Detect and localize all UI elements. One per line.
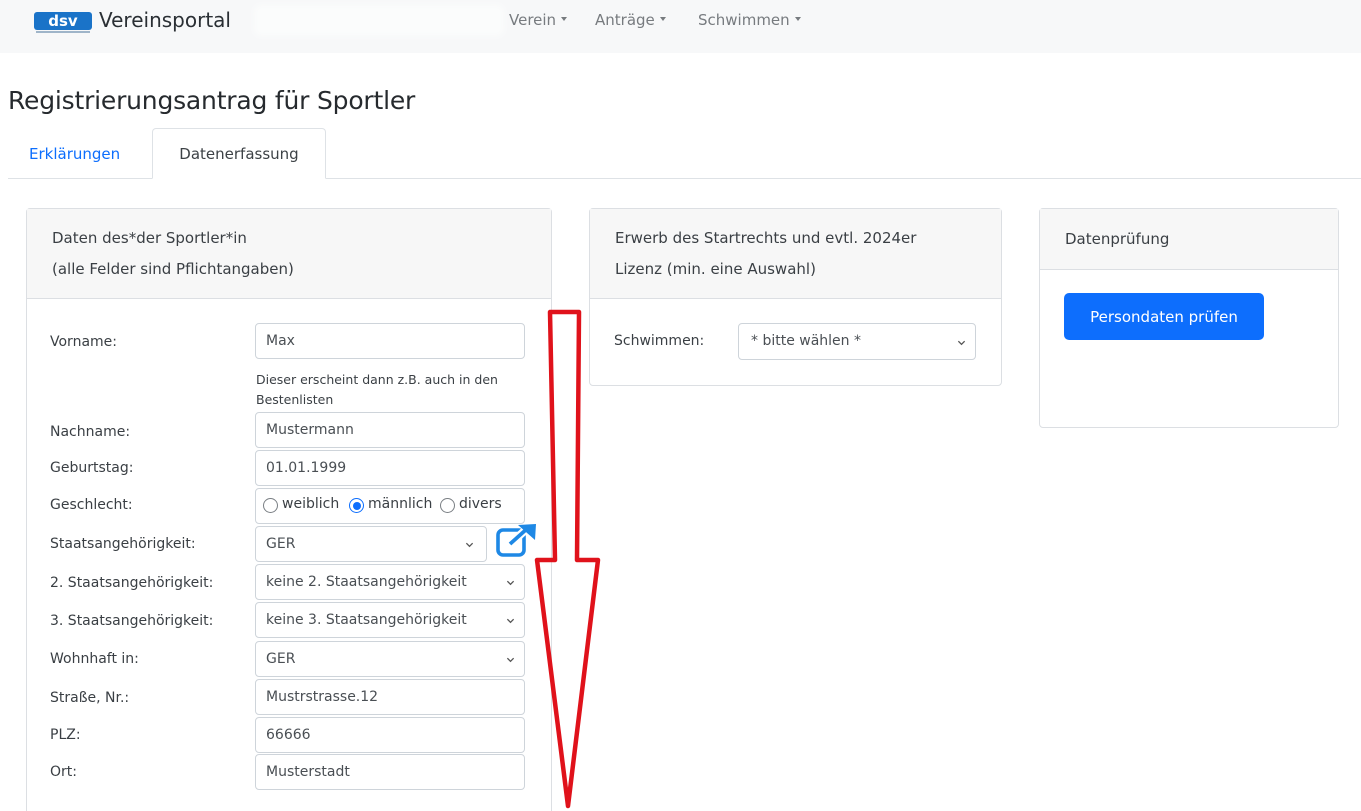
chevron-down-icon [561,16,568,21]
nationality3-select-value: keine 3. Staatsangehörigkeit [266,612,467,628]
birthday-input[interactable]: 01.01.1999 [255,450,525,486]
nationality-label: Staatsangehörigkeit: [50,536,196,552]
swim-select-value: * bitte wählen * [751,333,861,349]
city-input[interactable]: Musterstadt [255,754,525,790]
nav-menu-antraege[interactable]: Anträge [595,11,666,29]
license-card-title: Erwerb des Startrechts und evtl. 2024er [615,229,917,247]
swim-select[interactable]: * bitte wählen * [738,323,976,360]
last-name-input[interactable]: Mustermann [255,412,525,448]
tab-datenerfassung[interactable]: Datenerfassung [152,128,326,179]
radio-weiblich-label[interactable]: weiblich [282,496,339,512]
athlete-card-header: Daten des*der Sportler*in (alle Felder s… [27,209,551,299]
last-name-label: Nachname: [50,424,131,440]
residence-select[interactable]: GER [255,641,525,677]
nationality-select-value: GER [266,536,296,552]
radio-divers[interactable] [440,498,455,513]
nav-menu-schwimmen[interactable]: Schwimmen [698,11,801,29]
page-title: Registrierungsantrag für Sportler [8,86,416,115]
nav-menu-label: Verein [509,11,557,29]
license-card-subtitle: Lizenz (min. eine Auswahl) [615,260,816,278]
chevron-down-icon [465,542,474,548]
nav-menu-label: Anträge [595,11,655,29]
radio-maennlich[interactable] [349,498,364,513]
tab-erklaerungen[interactable]: Erklärungen [29,145,120,163]
chevron-down-icon [506,618,515,624]
redacted-area [258,9,500,32]
first-name-input[interactable]: Max [255,323,525,359]
nav-menu-verein[interactable]: Verein [509,11,568,29]
top-navbar: dsv Vereinsportal Verein Anträge Schwimm… [0,0,1361,53]
first-name-hint: Dieser erscheint dann z.B. auch in den B… [256,372,498,407]
gender-radio-group: weiblich männlich divers [255,488,525,524]
athlete-card-subtitle: (alle Felder sind Pflichtangaben) [52,260,294,278]
svg-text:dsv: dsv [48,12,78,30]
radio-maennlich-label[interactable]: männlich [368,496,432,512]
nationality3-select[interactable]: keine 3. Staatsangehörigkeit [255,602,525,638]
dsv-logo[interactable]: dsv [34,10,92,34]
chevron-down-icon [794,16,801,21]
zip-input[interactable]: 66666 [255,717,525,753]
swim-label: Schwimmen: [614,333,705,349]
nav-menu-label: Schwimmen [698,11,790,29]
chevron-down-icon [506,657,515,663]
birthday-label: Geburtstag: [50,460,134,476]
athlete-card-title: Daten des*der Sportler*in [52,229,247,247]
nationality2-select[interactable]: keine 2. Staatsangehörigkeit [255,564,525,600]
license-card-header: Erwerb des Startrechts und evtl. 2024er … [590,209,1001,299]
street-label: Straße, Nr.: [50,690,130,706]
gender-label: Geschlecht: [50,497,133,513]
chevron-down-icon [957,340,966,346]
residence-select-value: GER [266,651,296,667]
chevron-down-icon [659,16,666,21]
nationality2-label: 2. Staatsangehörigkeit: [50,575,214,591]
brand-title[interactable]: Vereinsportal [99,8,231,32]
street-input[interactable]: Mustrstrasse.12 [255,679,525,715]
first-name-label: Vorname: [50,334,117,350]
zip-label: PLZ: [50,727,81,743]
data-check-card-header: Datenprüfung [1040,209,1338,270]
city-label: Ort: [50,764,77,780]
nationality3-label: 3. Staatsangehörigkeit: [50,613,214,629]
radio-weiblich[interactable] [263,498,278,513]
red-down-arrow-annotation [534,309,601,809]
nationality-select[interactable]: GER [255,526,487,562]
residence-label: Wohnhaft in: [50,651,139,667]
chevron-down-icon [506,580,515,586]
radio-divers-label[interactable]: divers [459,496,502,512]
nationality2-select-value: keine 2. Staatsangehörigkeit [266,574,467,590]
check-person-data-button[interactable]: Persondaten prüfen [1064,293,1264,340]
